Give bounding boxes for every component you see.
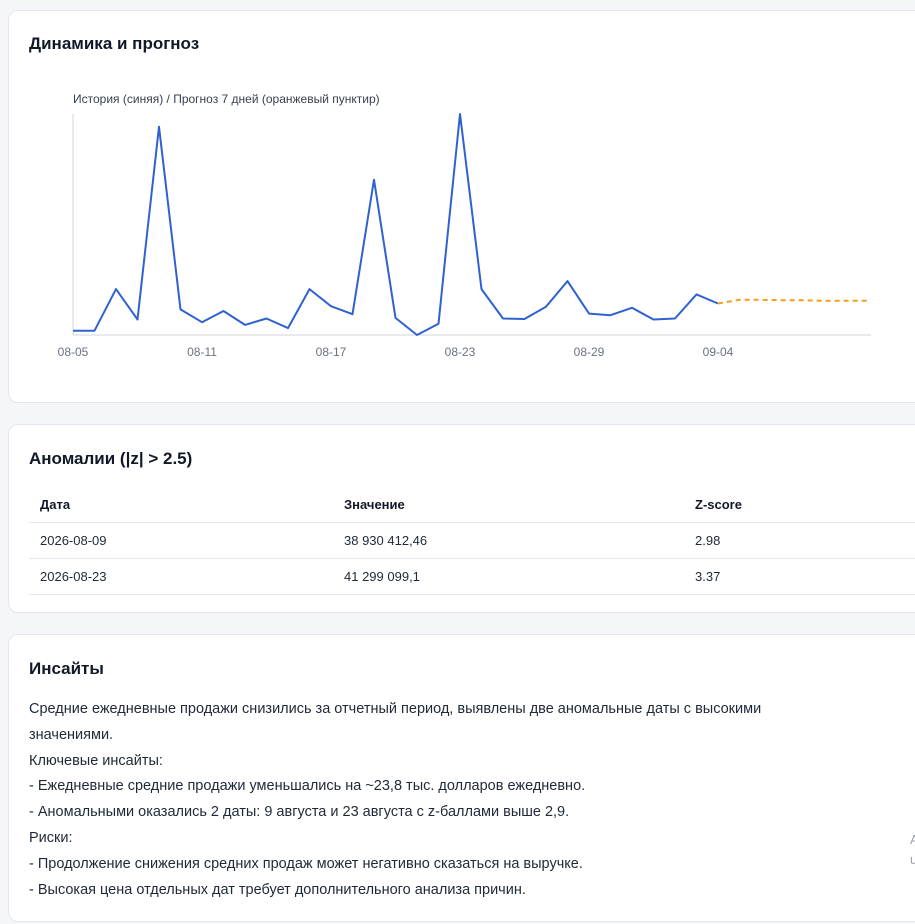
x-tick-label: 08-17 — [316, 345, 347, 359]
x-tick-label: 08-05 — [58, 345, 89, 359]
cell-zscore: 3.37 — [684, 558, 915, 595]
x-tick-label: 08-23 — [445, 345, 476, 359]
insights-card-title: Инсайты — [29, 659, 104, 678]
insight-item: - Аномальными оказались 2 даты: 9 август… — [29, 804, 570, 821]
insights-summary: Средние ежедневные продажи снизились за … — [29, 701, 762, 743]
x-tick-label: 08-11 — [187, 345, 217, 359]
risk-item: - Высокая цена отдельных дат требует доп… — [29, 881, 526, 898]
insight-item: - Ежедневные средние продажи уменьшались… — [29, 778, 586, 795]
header-date: Дата — [29, 487, 333, 523]
cell-date: 2026-08-23 — [29, 558, 333, 595]
anomalies-table: Дата Значение Z-score 2026-08-09 38 930 … — [29, 487, 915, 595]
anomalies-card: Аномалии (|z| > 2.5) Дата Значение Z-sco… — [8, 424, 915, 613]
clipped-edge-char: A — [910, 832, 915, 847]
header-zscore: Z-score — [684, 487, 915, 523]
cell-value: 41 299 099,1 — [333, 558, 684, 595]
insights-heading-key: Ключевые инсайты: — [29, 752, 163, 769]
history-series-line — [73, 113, 719, 336]
chart-caption: История (синяя) / Прогноз 7 дней (оранже… — [73, 92, 380, 106]
header-value: Значение — [333, 487, 684, 523]
forecast-chart: История (синяя) / Прогноз 7 дней (оранже… — [58, 92, 871, 359]
table-row: 2026-08-23 41 299 099,1 3.37 — [29, 558, 915, 595]
cell-value: 38 930 412,46 — [333, 522, 684, 559]
chart-card: Динамика и прогноз История (синяя) / Про… — [8, 10, 915, 403]
insights-text: Средние ежедневные продажи снизились за … — [29, 697, 769, 903]
insights-heading-risks: Риски: — [29, 829, 73, 846]
table-row: 2026-08-09 38 930 412,46 2.98 — [29, 522, 915, 559]
anomalies-card-title: Аномалии (|z| > 2.5) — [29, 449, 193, 468]
x-tick-label: 09-04 — [703, 345, 734, 359]
cell-date: 2026-08-09 — [29, 522, 333, 559]
clipped-edge-text: A u — [910, 830, 915, 870]
x-tick-label: 08-29 — [574, 345, 605, 359]
insights-card: Инсайты Средние ежедневные продажи снизи… — [8, 634, 915, 922]
table-header-row: Дата Значение Z-score — [29, 487, 915, 523]
forecast-series-line — [717, 298, 869, 305]
clipped-edge-char: u — [910, 852, 915, 867]
cell-zscore: 2.98 — [684, 522, 915, 559]
risk-item: - Продолжение снижения средних продаж мо… — [29, 855, 583, 872]
